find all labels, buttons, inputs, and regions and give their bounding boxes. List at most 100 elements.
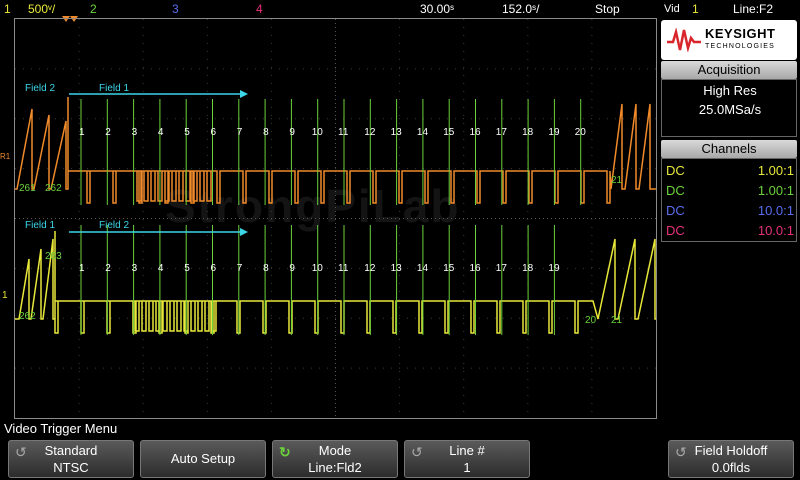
top-line-number: 20 [575,127,587,138]
line-number-label: Line # [449,443,485,458]
bottom-field-a-label: Field 1 [25,220,55,231]
bottom-line-number: 3 [132,263,138,274]
ch3-coupling: DC [666,203,685,218]
field-holdoff-value: 0.0flds [711,460,751,475]
keysight-wave-icon [667,28,701,52]
line-number-softkey[interactable]: ↺ Line # 1 [404,440,530,478]
top-line-number: 13 [391,127,403,138]
bottom-line-number: 19 [548,263,560,274]
top-line-number: 17 [496,127,508,138]
line-number-value: 1 [463,460,471,475]
logo-brand: KEYSIGHT [705,26,776,41]
standard-value: NTSC [53,460,89,475]
ch2-coupling: DC [666,183,685,198]
bottom-line-number: 14 [417,263,429,274]
ch2-indicator[interactable]: 2 [90,2,97,16]
ch1-scale[interactable]: 500ᵛ/ [28,2,55,16]
top-line-number: 4 [158,127,164,138]
top-line-number: 8 [263,127,269,138]
acquisition-panel[interactable]: High Res 25.0MSa/s [661,79,797,137]
bottom-line-263: 263 [45,251,62,262]
bottom-line-number: 17 [496,263,508,274]
bottom-line-number: 8 [263,263,269,274]
delay-readout[interactable]: 152.0ˢ/ [502,2,539,16]
ch1-ground-marker[interactable]: 1 [2,290,8,301]
bottom-line-number: 16 [470,263,482,274]
top-line-number: 11 [338,127,349,138]
top-line-261: 261 [19,183,36,194]
bottom-line-number: 15 [443,263,455,274]
ch1-probe: 1.00:1 [757,163,794,178]
trigger-line: Line:F2 [733,2,774,16]
ch4-indicator[interactable]: 4 [256,2,263,16]
logo-sub: TECHNOLOGIES [705,43,776,50]
status-bar: 1 500ᵛ/ 2 3 4 30.00ˢ 152.0ˢ/ Stop Vid 1 … [0,0,800,18]
top-field-arrowhead [240,90,248,98]
channel-row-2[interactable]: DC 1.00:1 [662,181,798,201]
ch1-waveform-trace [15,231,656,334]
channels-panel[interactable]: DC 1.00:1 DC 1.00:1 DC 10.0:1 DC 10.0:1 [661,158,797,242]
bottom-line-number: 10 [312,263,324,274]
bottom-field-b-label: Field 2 [99,220,129,231]
waveform-display[interactable]: StrongPiLab 1 2 3 4 5 6 7 8 9 10 11 12 13 14 15 16 17 18 1… [14,18,657,419]
bottom-line-number: 11 [338,263,349,274]
top-field-a-label: Field 2 [25,83,55,94]
field-holdoff-softkey[interactable]: ↺ Field Holdoff 0.0flds [668,440,794,478]
waveform-canvas: 1 2 3 4 5 6 7 8 9 10 11 12 13 14 15 16 17 18 19 201 2 3 4 5 6 7 8 9… [15,19,656,418]
bottom-line-number: 4 [158,263,164,274]
channel-row-1[interactable]: DC 1.00:1 [662,161,798,181]
bottom-line-number: 2 [105,263,111,274]
timebase-readout[interactable]: 30.00ˢ [420,2,454,16]
top-line-number: 2 [105,127,111,138]
field-holdoff-label: Field Holdoff [694,443,768,458]
channel-row-3[interactable]: DC 10.0:1 [662,201,798,221]
top-line-number: 1 [79,127,85,138]
top-line-number: 15 [443,127,455,138]
trigger-type: Vid [664,3,680,15]
sample-rate: 25.0MSa/s [698,102,762,117]
bottom-field-arrowhead [240,228,248,236]
ch2-probe: 1.00:1 [757,183,794,198]
top-line-number: 10 [312,127,324,138]
standard-label: Standard [44,443,98,458]
bottom-line-number: 6 [211,263,217,274]
keysight-logo: KEYSIGHT TECHNOLOGIES [661,20,797,60]
ref-r1-marker[interactable]: R1 [0,152,10,161]
mode-value: Line:Fld2 [308,460,362,475]
bottom-line-20: 20 [585,315,597,326]
ch4-coupling: DC [666,223,685,238]
bottom-line-number: 7 [237,263,243,274]
top-field-b-label: Field 1 [99,83,129,94]
bottom-line-21: 21 [611,315,623,326]
ch1-coupling: DC [666,163,685,178]
top-line-262: 262 [45,183,62,194]
ch1-indicator[interactable]: 1 [4,2,11,16]
top-line-number: 14 [417,127,429,138]
run-state: Stop [595,2,620,16]
mode-label: Mode [318,443,352,458]
channel-row-4[interactable]: DC 10.0:1 [662,221,798,241]
auto-setup-softkey[interactable]: Auto Setup [140,440,266,478]
channels-header[interactable]: Channels [661,140,797,158]
bottom-line-262: 262 [19,311,36,322]
standard-softkey[interactable]: ↺ Standard NTSC [8,440,134,478]
ch3-indicator[interactable]: 3 [172,2,179,16]
bottom-line-number: 9 [289,263,295,274]
acquisition-header[interactable]: Acquisition [661,61,797,79]
top-line-number: 16 [470,127,482,138]
bottom-line-number: 13 [391,263,403,274]
trigger-source: 1 [692,2,699,16]
acquisition-mode: High Res [703,83,757,98]
top-line-number: 3 [132,127,138,138]
ch4-probe: 10.0:1 [757,223,794,238]
bottom-line-number: 5 [184,263,190,274]
top-line-number: 12 [364,127,376,138]
top-line-number: 5 [184,127,190,138]
mode-softkey[interactable]: ↻ Mode Line:Fld2 [272,440,398,478]
ch3-probe: 10.0:1 [757,203,794,218]
top-line-21: 21 [611,175,623,186]
auto-setup-label: Auto Setup [170,451,236,466]
top-line-number: 19 [548,127,560,138]
top-line-number: 9 [289,127,295,138]
bottom-line-number: 1 [79,263,85,274]
